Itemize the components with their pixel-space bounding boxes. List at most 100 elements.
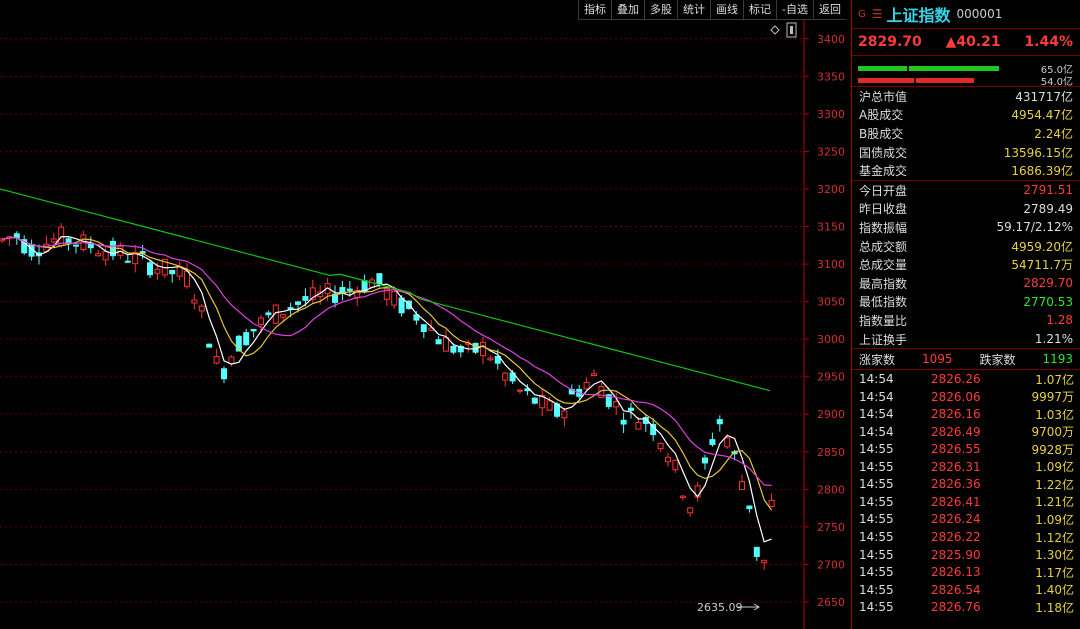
tick-volume: 1.07亿 xyxy=(1035,372,1074,387)
tick-time: 14:54 xyxy=(859,407,894,422)
toolbar-button-5[interactable]: 标记 xyxy=(743,0,776,20)
stat-row: 总成交量 54711.7万 xyxy=(852,255,1080,274)
toolbar-button-4[interactable]: 画线 xyxy=(710,0,743,20)
candle-body xyxy=(591,373,597,376)
stat-label: 国债成交 xyxy=(859,145,908,160)
tick-volume: 1.17亿 xyxy=(1035,565,1074,580)
candle-body xyxy=(487,357,494,361)
stat-row: 指数量比 1.28 xyxy=(852,311,1080,330)
candle-body xyxy=(102,251,109,261)
stat-label: B股成交 xyxy=(859,126,904,141)
tick-time: 14:55 xyxy=(859,565,894,580)
stat-value: 1.28 xyxy=(1046,313,1073,328)
tick-list[interactable]: 14:54 2826.26 1.07亿 14:54 2826.06 9997万 14:54 2… xyxy=(852,370,1080,616)
y-tick-label: 2750 xyxy=(817,521,845,534)
candle-body xyxy=(376,273,383,285)
tick-time: 14:55 xyxy=(859,547,894,562)
y-tick-label: 2800 xyxy=(817,483,845,496)
candle-body xyxy=(613,401,620,408)
stat-value: 1686.39亿 xyxy=(1011,164,1073,179)
tick-volume: 9928万 xyxy=(1031,442,1074,457)
toolbar-button-6[interactable]: -自选 xyxy=(776,0,813,20)
tick-time: 14:55 xyxy=(859,512,894,527)
diamond-icon[interactable] xyxy=(770,25,780,35)
candle-body xyxy=(287,307,294,310)
tick-row: 14:55 2826.22 1.12亿 xyxy=(852,528,1080,546)
stat-label: 最低指数 xyxy=(859,295,908,310)
green-volume-bar-2 xyxy=(909,66,999,71)
candle-body xyxy=(258,317,264,325)
stat-row: 国债成交 13596.15亿 xyxy=(852,143,1080,162)
stat-value: 2789.49 xyxy=(1023,201,1073,216)
tick-row: 14:55 2826.41 1.21亿 xyxy=(852,493,1080,511)
index-name: 上证指数 xyxy=(886,6,951,25)
toolbar-button-7[interactable]: 返回 xyxy=(812,0,846,20)
candle-body xyxy=(635,422,642,430)
candle-body xyxy=(753,546,760,557)
candle-body xyxy=(746,505,753,510)
tick-time: 14:55 xyxy=(859,442,894,457)
candle-body xyxy=(154,268,161,274)
last-price: 2829.70 xyxy=(858,34,922,50)
y-tick-label: 3150 xyxy=(817,221,845,234)
candle-body xyxy=(147,262,153,276)
ma-yellow-line xyxy=(1,237,773,511)
tick-time: 14:55 xyxy=(859,600,894,615)
candle-body xyxy=(391,291,398,306)
toolbar-button-1[interactable]: 叠加 xyxy=(611,0,644,20)
candle-body xyxy=(420,324,427,333)
ma-magenta-line xyxy=(1,237,772,486)
candle-body xyxy=(295,301,301,305)
group-label[interactable]: G xyxy=(858,9,866,20)
candle-body xyxy=(13,233,20,239)
toolbar-button-3[interactable]: 统计 xyxy=(677,0,710,20)
tick-time: 14:54 xyxy=(859,372,894,387)
tick-price: 2826.54 xyxy=(931,582,981,597)
stat-label: 上证换手 xyxy=(859,332,908,347)
y-tick-label: 3300 xyxy=(817,108,845,121)
candle-body xyxy=(450,345,457,353)
stat-row: 昨日收盘 2789.49 xyxy=(852,200,1080,219)
stat-value: 54711.7万 xyxy=(1011,258,1073,273)
candle-body xyxy=(243,332,250,346)
tick-volume: 1.03亿 xyxy=(1035,407,1074,422)
menu-icon[interactable]: ☰ xyxy=(872,7,883,21)
tick-volume: 1.21亿 xyxy=(1035,495,1074,510)
candle-body xyxy=(443,337,449,352)
stats-list: 沪总市值 431717亿 A股成交 4954.47亿 B股成交 2.24亿 国债成交 1359… xyxy=(852,87,1080,350)
quote-summary: 2829.70 ▲40.21 1.44% xyxy=(852,29,1080,56)
candle-body xyxy=(250,328,257,332)
toolbar-button-2[interactable]: 多股 xyxy=(644,0,677,20)
volume-compare-bars: 65.0亿 54.0亿 xyxy=(852,56,1080,88)
tick-price: 2826.13 xyxy=(931,565,981,580)
stat-row: 基金成交 1686.39亿 xyxy=(852,161,1080,181)
tick-price: 2826.24 xyxy=(931,512,981,527)
stat-label: 沪总市值 xyxy=(859,89,908,104)
tick-time: 14:54 xyxy=(859,424,894,439)
stat-row: A股成交 4954.47亿 xyxy=(852,106,1080,125)
stat-value: 4959.20亿 xyxy=(1011,239,1073,254)
quote-panel: G ☰ 上证指数 000001 2829.70 ▲40.21 1.44% 65.… xyxy=(851,0,1080,629)
candlestick-chart[interactable]: 3400 3350 3300 3250 3200 3150 3100 3050 3000 2950… xyxy=(0,0,850,629)
stat-label: 总成交额 xyxy=(859,239,908,254)
tick-price: 2825.90 xyxy=(931,547,981,562)
chart-toolbar: 指标 叠加 多股 统计 画线 标记 -自选 返回 xyxy=(578,0,846,20)
tick-row: 14:55 2825.90 1.30亿 xyxy=(852,546,1080,564)
tick-time: 14:55 xyxy=(859,582,894,597)
candle-body xyxy=(650,423,657,436)
scroll-handle[interactable] xyxy=(786,22,797,38)
up-count-label: 涨家数 xyxy=(859,352,896,367)
bottom-volume-value: 54.0亿 xyxy=(1040,77,1073,88)
candle-body xyxy=(687,507,694,514)
candle-body xyxy=(672,459,679,471)
y-tick-label: 2700 xyxy=(817,558,845,571)
index-code: 000001 xyxy=(956,7,1003,21)
tick-row: 14:54 2826.49 9700万 xyxy=(852,423,1080,441)
stat-row: 最高指数 2829.70 xyxy=(852,274,1080,293)
candle-body xyxy=(620,419,627,425)
stat-row: 今日开盘 2791.51 xyxy=(852,181,1080,200)
tick-volume: 1.09亿 xyxy=(1035,460,1074,475)
toolbar-button-0[interactable]: 指标 xyxy=(578,0,611,20)
y-tick-label: 3200 xyxy=(817,183,845,196)
candle-body xyxy=(398,297,405,314)
